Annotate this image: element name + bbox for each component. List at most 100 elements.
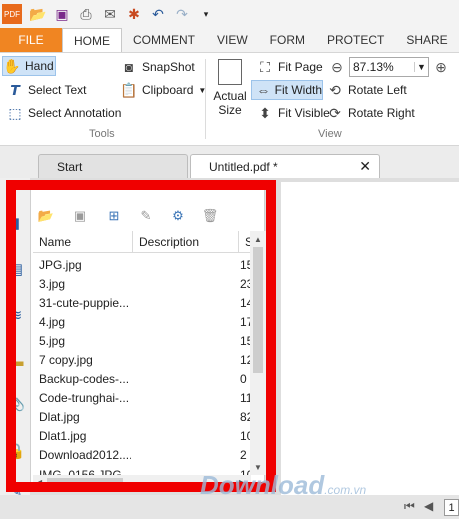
document-tabs: Start Untitled.pdf * ✕: [0, 146, 459, 178]
table-row[interactable]: JPG.jpg 15: [33, 255, 251, 274]
group-divider: [205, 59, 206, 139]
select-text-label: Select Text: [28, 83, 87, 97]
scroll-thumb[interactable]: [47, 478, 123, 486]
file-size: 82: [240, 410, 251, 425]
hand-label: Hand: [25, 59, 54, 73]
file-size: 15: [240, 257, 251, 272]
rotate-right-button[interactable]: ⟳ Rotate Right: [326, 103, 415, 123]
add-attachment-icon[interactable]: ⊞: [105, 207, 123, 225]
file-name: Download2012....: [39, 448, 131, 463]
tab-untitled-pdf[interactable]: Untitled.pdf * ✕: [190, 154, 380, 178]
attachment-settings-icon[interactable]: ⚙: [169, 207, 187, 225]
scroll-thumb[interactable]: [253, 247, 263, 373]
file-size: 14: [240, 295, 251, 310]
fit-visible-button[interactable]: ⬍ Fit Visible: [256, 103, 330, 123]
table-row[interactable]: 31-cute-puppie... 14: [33, 293, 251, 312]
table-row[interactable]: 7 copy.jpg 12: [33, 350, 251, 369]
undo-icon[interactable]: ↶: [146, 3, 170, 25]
redo-icon[interactable]: ↷: [170, 3, 194, 25]
scroll-up-icon[interactable]: ▲: [254, 235, 262, 244]
document-page[interactable]: [281, 182, 459, 502]
attachment-icon[interactable]: 📎: [6, 392, 26, 414]
delete-attachment-icon[interactable]: 🗑: [201, 207, 219, 225]
ribbon: ✋ Hand 𝙏 Select Text ⬚ Select Annotation ◙ S…: [0, 52, 459, 146]
print-icon[interactable]: ⎙: [74, 3, 98, 25]
comments-icon[interactable]: ▬: [6, 350, 26, 372]
table-row[interactable]: 4.jpg 17: [33, 312, 251, 331]
watermark-text: Download: [200, 470, 325, 500]
save-attachment-icon[interactable]: ▣: [71, 207, 89, 225]
zoom-value: 87.13%: [353, 60, 394, 74]
previous-page-icon[interactable]: ⏮: [404, 499, 415, 514]
tab-file[interactable]: FILE: [0, 28, 62, 52]
table-row[interactable]: Code-trunghai-... 11: [33, 389, 251, 408]
fit-page-button[interactable]: ⛶ Fit Page: [256, 57, 323, 77]
zoom-select[interactable]: 87.13% ▼: [349, 57, 429, 77]
zoom-in-button[interactable]: ⊕: [432, 57, 454, 77]
select-text-button[interactable]: 𝙏 Select Text: [6, 80, 86, 100]
column-description[interactable]: Description: [133, 231, 239, 252]
vertical-scrollbar[interactable]: ▲ ▼: [250, 231, 266, 475]
tab-start[interactable]: Start: [38, 154, 188, 178]
fit-width-icon: ⇔: [256, 82, 271, 98]
file-name: 3.jpg: [39, 276, 66, 291]
email-icon[interactable]: ✉: [98, 3, 122, 25]
tab-protect[interactable]: PROTECT: [316, 28, 395, 52]
fit-width-button[interactable]: ⇔ Fit Width: [251, 80, 323, 100]
new-icon[interactable]: ✱: [122, 3, 146, 25]
zoom-out-button[interactable]: ⊖: [328, 57, 350, 77]
file-size: 2: [240, 448, 247, 463]
select-annotation-button[interactable]: ⬚ Select Annotation: [6, 103, 121, 123]
table-row[interactable]: Dlat1.jpg 10: [33, 427, 251, 446]
page-number-input[interactable]: 1: [444, 499, 459, 516]
edit-attachment-icon[interactable]: ✎: [137, 207, 155, 225]
layers-icon[interactable]: ≋: [6, 304, 26, 326]
clipboard-button[interactable]: 📋 Clipboard ▼: [120, 80, 206, 100]
customize-icon[interactable]: ▾: [194, 3, 218, 25]
file-name: Backup-codes-...: [39, 372, 130, 387]
attachments-list: JPG.jpg 15 3.jpg 23 31-cute-puppie... 14 4.…: [33, 255, 251, 484]
hand-button[interactable]: ✋ Hand: [2, 56, 56, 76]
table-row[interactable]: Backup-codes-... 0: [33, 370, 251, 389]
lock-icon[interactable]: 🔒: [6, 440, 26, 462]
rotate-left-button[interactable]: ⟲ Rotate Left: [326, 80, 407, 100]
tab-view[interactable]: VIEW: [206, 28, 259, 52]
scroll-left-icon[interactable]: ◀: [36, 478, 42, 487]
table-row[interactable]: 5.jpg 15: [33, 331, 251, 350]
actual-size-label-2: Size: [218, 103, 242, 117]
open-folder-icon[interactable]: 📂: [26, 3, 50, 25]
attachments-panel: Attachments 📂 ▣ ⊞ ✎ ⚙ 🗑 Name Description…: [30, 180, 266, 492]
file-name: 4.jpg: [39, 314, 66, 329]
navigation-sidebar: ▮ ▤ ≋ ▬ 📎 🔒 ✎: [0, 178, 30, 508]
file-size: 11: [240, 391, 251, 406]
attachments-table-header: Name Description S: [33, 231, 261, 253]
pages-icon[interactable]: ▤: [6, 258, 26, 280]
file-name: Dlat1.jpg: [39, 429, 87, 444]
file-name: Code-trunghai-...: [39, 391, 130, 406]
tab-form[interactable]: FORM: [259, 28, 316, 52]
file-size: 15: [240, 333, 251, 348]
open-attachment-icon[interactable]: 📂: [37, 207, 55, 225]
select-annotation-label: Select Annotation: [28, 106, 122, 120]
back-icon[interactable]: ◀: [424, 499, 433, 513]
actual-size-button[interactable]: Actual Size: [213, 59, 247, 121]
bookmark-icon[interactable]: ▮: [6, 212, 26, 234]
tab-comment[interactable]: COMMENT: [122, 28, 206, 52]
tools-group-label: Tools: [89, 128, 115, 140]
table-row[interactable]: Download2012.... 2: [33, 446, 251, 465]
snapshot-label: SnapShot: [142, 60, 195, 74]
pdf-logo-icon: PDF: [2, 4, 22, 24]
close-icon[interactable]: ✕: [359, 158, 371, 175]
camera-icon: ◙: [124, 59, 134, 75]
table-row[interactable]: Dlat.jpg 82: [33, 408, 251, 427]
zoom-in-icon: ⊕: [435, 58, 447, 75]
table-row[interactable]: 3.jpg 23: [33, 274, 251, 293]
tab-home[interactable]: HOME: [62, 28, 122, 52]
rotate-left-label: Rotate Left: [348, 83, 407, 97]
clipboard-icon: 📋: [120, 81, 138, 98]
column-name[interactable]: Name: [33, 231, 133, 252]
zoom-out-icon: ⊖: [331, 58, 343, 75]
save-icon[interactable]: ▣: [50, 3, 74, 25]
tab-share[interactable]: SHARE: [395, 28, 458, 52]
snapshot-button[interactable]: ◙ SnapShot: [120, 57, 195, 77]
